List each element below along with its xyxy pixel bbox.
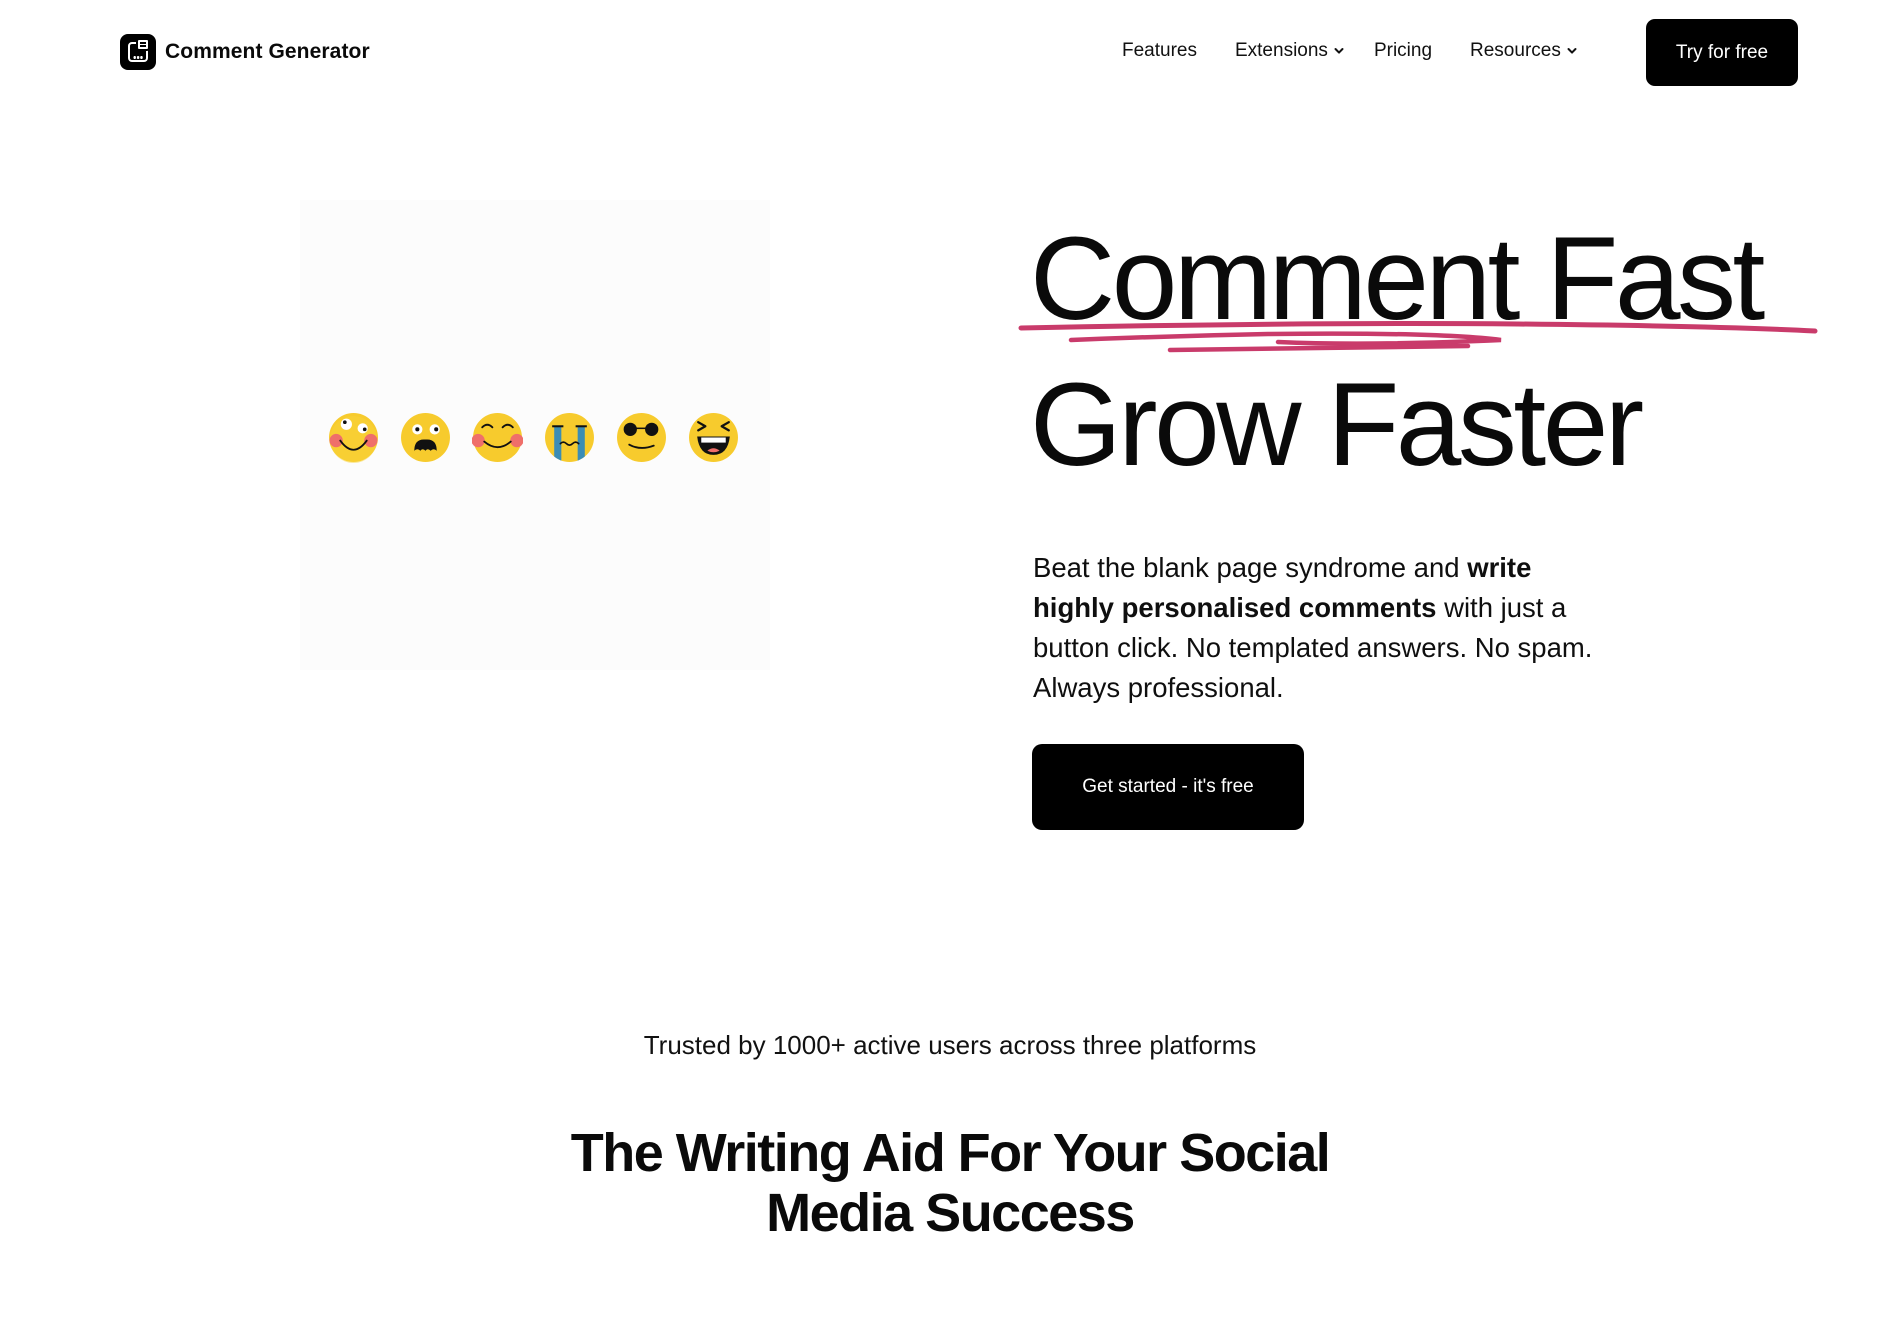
nav-item-label: Extensions xyxy=(1234,40,1328,61)
hero-description: Beat the blank page syndrome and write h… xyxy=(1033,548,1593,708)
nav-item-extensions[interactable]: Extensions xyxy=(1235,40,1344,62)
shocked-emoji xyxy=(401,413,450,462)
nav-menu: Features Extensions Pricing Resources xyxy=(1122,40,1577,62)
hero-copy-intro: Beat the blank page syndrome and xyxy=(1033,552,1468,583)
crying-emoji xyxy=(545,413,594,462)
section-title: The Writing Aid For Your Social Media Su… xyxy=(0,1123,1900,1243)
social-proof-text: Trusted by 1000+ active users across thr… xyxy=(643,1030,1257,1060)
happy-blushing-emoji xyxy=(472,413,523,462)
chat-bubble-device-icon xyxy=(120,34,156,70)
top-navigation: Comment Generator Features Extensions Pr… xyxy=(0,0,1900,106)
get-started-button[interactable]: Get started - it's free xyxy=(1032,744,1304,830)
hero-headline-line2: Grow Faster xyxy=(1030,359,1644,491)
nav-item-resources[interactable]: Resources xyxy=(1470,40,1577,62)
chevron-down-icon xyxy=(1567,48,1577,54)
nav-item-pricing[interactable]: Pricing xyxy=(1374,40,1432,62)
brand-logo-link[interactable]: Comment Generator xyxy=(120,34,370,70)
nav-item-label: Resources xyxy=(1470,40,1561,61)
blushing-rolling-eyes-emoji xyxy=(329,413,378,463)
hero-emoji-illustration xyxy=(300,200,770,670)
nav-item-features[interactable]: Features xyxy=(1122,40,1197,62)
nav-item-label: Pricing xyxy=(1373,40,1433,61)
section-title-line1: The Writing Aid For Your Social xyxy=(570,1123,1331,1183)
try-for-free-button[interactable]: Try for free xyxy=(1646,19,1798,86)
laughing-squint-emoji xyxy=(689,413,738,462)
nav-item-label: Features xyxy=(1122,40,1197,61)
sunglasses-smirk-emoji xyxy=(617,413,666,462)
section-title-line2: Media Success xyxy=(766,1183,1135,1243)
emoji-row xyxy=(328,412,739,463)
chevron-down-icon xyxy=(1334,48,1344,54)
scribble-underline-icon xyxy=(1018,321,1818,353)
brand-name: Comment Generator xyxy=(165,40,370,63)
